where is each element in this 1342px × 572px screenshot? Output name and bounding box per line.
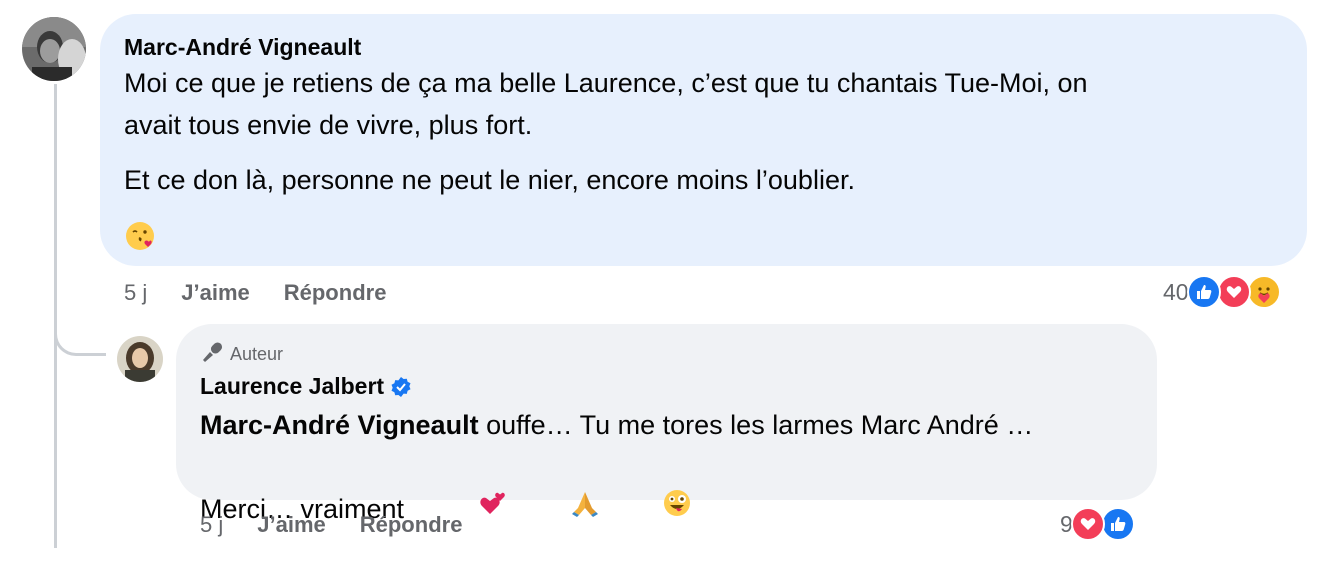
love-icon [1216, 275, 1251, 309]
author-badge: Auteur [200, 340, 283, 369]
zany-face-icon [602, 446, 692, 572]
comment-meta: 5 j J’aime Répondre [124, 280, 420, 306]
microphone-icon [200, 340, 224, 369]
care-icon [1246, 275, 1281, 309]
comment-text-paragraph: Et ce don là, personne ne peut le nier, … [124, 165, 855, 195]
love-icon [1070, 507, 1105, 541]
reaction-count: 40 [1163, 278, 1189, 305]
avatar[interactable] [117, 336, 163, 382]
like-icon [1186, 275, 1221, 309]
reaction-summary[interactable]: 40 [1163, 275, 1281, 309]
comment-text-line: avait tous envie de vivre, plus fort. [124, 110, 533, 140]
reply-text-line: ouffe… Tu me tores les larmes Marc André… [478, 410, 1034, 440]
folded-hands-icon [510, 446, 600, 572]
like-button[interactable]: J’aime [181, 280, 250, 306]
reply-button[interactable]: Répondre [284, 280, 387, 306]
reply-button[interactable]: Répondre [360, 512, 463, 538]
kissing-face-heart-icon [124, 220, 156, 257]
like-button[interactable]: J’aime [257, 512, 326, 538]
like-icon [1100, 507, 1135, 541]
reply-author[interactable]: Laurence Jalbert [200, 373, 384, 400]
timestamp[interactable]: 5 j [200, 512, 223, 538]
comment-text-line: Moi ce que je retiens de ça ma belle Lau… [124, 68, 1088, 98]
avatar[interactable] [22, 17, 86, 81]
reply-connector [54, 300, 106, 356]
reply-meta: 5 j J’aime Répondre [200, 512, 496, 538]
timestamp[interactable]: 5 j [124, 280, 147, 306]
badge-label: Auteur [230, 344, 284, 364]
reaction-summary[interactable]: 9 [1060, 507, 1135, 541]
comment-author[interactable]: Marc-André Vigneault [124, 34, 361, 61]
verified-badge-icon [390, 376, 412, 398]
reply-bubble: Auteur Laurence Jalbert Marc-André Vigne… [176, 324, 1157, 524]
mention-link[interactable]: Marc-André Vigneault [200, 410, 479, 440]
two-hearts-icon [418, 446, 508, 572]
comment-bubble: Marc-André Vigneault Moi ce que je retie… [100, 14, 1307, 266]
